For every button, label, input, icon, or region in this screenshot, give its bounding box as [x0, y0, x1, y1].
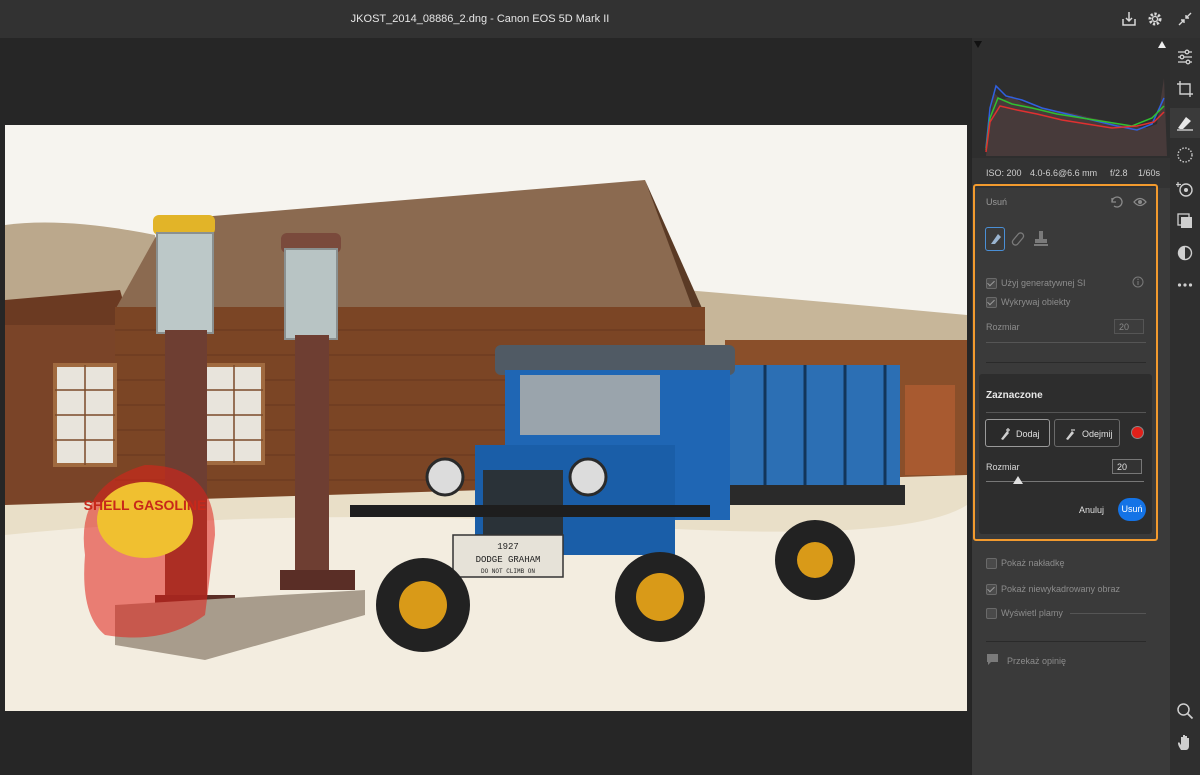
masking-icon[interactable]: [1176, 146, 1194, 164]
eraser-tool-icon[interactable]: [1176, 114, 1194, 132]
exif-shutter: 1/60s: [1138, 168, 1161, 178]
more-icon[interactable]: [1176, 276, 1194, 294]
cancel-button[interactable]: Anuluj: [1079, 505, 1104, 515]
gear-icon[interactable]: [1146, 10, 1164, 28]
selection-size-input[interactable]: 20: [1112, 459, 1142, 474]
crop-icon[interactable]: [1176, 80, 1194, 98]
selection-size-label: Rozmiar: [986, 462, 1020, 472]
exif-iso: ISO: 200: [986, 168, 1022, 178]
genai-checkbox[interactable]: [986, 278, 997, 289]
zoom-icon[interactable]: [1176, 702, 1194, 720]
divider: [986, 412, 1146, 413]
show-overlay-label: Pokaż nakładkę: [1001, 558, 1065, 568]
title-bar: JKOST_2014_08886_2.dng - Canon EOS 5D Ma…: [0, 0, 1200, 38]
window-title: JKOST_2014_08886_2.dng - Canon EOS 5D Ma…: [350, 13, 610, 25]
clone-stamp-icon[interactable]: [1033, 230, 1049, 248]
feedback-icon[interactable]: [986, 653, 999, 666]
selection-size-slider[interactable]: [986, 481, 1144, 482]
remove-size-slider[interactable]: [986, 342, 1146, 343]
subtract-label: Odejmij: [1082, 429, 1113, 439]
sliders-icon[interactable]: [1176, 48, 1194, 66]
show-uncropped-label: Pokaż niewykadrowany obraz: [1001, 584, 1121, 594]
plate-name: DODGE GRAHAM: [476, 555, 541, 565]
subtract-brush-button[interactable]: Odejmij: [1054, 419, 1120, 447]
shell-sign-text: SHELL GASOLINE: [84, 497, 207, 513]
remove-size-label: Rozmiar: [986, 322, 1020, 332]
selection-size-thumb[interactable]: [1012, 476, 1023, 484]
reset-icon[interactable]: [1109, 195, 1123, 209]
add-label: Dodaj: [1016, 429, 1040, 439]
overlay-color-swatch[interactable]: [1131, 426, 1144, 439]
red-eye-icon[interactable]: [1176, 180, 1194, 198]
info-icon[interactable]: [1132, 276, 1144, 288]
selection-title: Zaznaczone: [986, 390, 1043, 401]
remove-title: Usuń: [986, 197, 1008, 207]
photo-scene: SHELL GASOLINE 1927 DODGE GRAHAM DO NOT …: [5, 125, 967, 711]
feedback-link[interactable]: Przekaż opinię: [1007, 656, 1066, 666]
heal-icon[interactable]: [1010, 231, 1026, 247]
photo-preview[interactable]: SHELL GASOLINE 1927 DODGE GRAHAM DO NOT …: [5, 125, 967, 711]
genai-label: Użyj generatywnej SI: [1001, 278, 1086, 288]
plate-year: 1927: [497, 542, 519, 552]
plate-note: DO NOT CLIMB ON: [481, 568, 535, 575]
divider: [986, 641, 1146, 642]
remove-brush-button[interactable]: [985, 227, 1005, 251]
detect-objects-label: Wykrywaj obiekty: [1001, 297, 1071, 307]
hand-icon[interactable]: [1176, 734, 1194, 752]
show-spots-checkbox[interactable]: [986, 608, 997, 619]
export-icon[interactable]: [1120, 10, 1138, 28]
apply-remove-button[interactable]: Usuń: [1118, 498, 1146, 521]
show-uncropped-checkbox[interactable]: [986, 584, 997, 595]
brush-subtract-icon: [1066, 429, 1075, 440]
highlight-clip-icon: [1158, 41, 1166, 48]
exif-aperture: f/2.8: [1110, 168, 1128, 178]
presets-icon[interactable]: [1176, 212, 1194, 230]
eye-icon[interactable]: [1133, 195, 1147, 209]
histogram-graph: [974, 41, 1167, 156]
collapse-icon[interactable]: [1176, 10, 1194, 28]
exif-lens: 4.0-6.6@6.6 mm: [1030, 168, 1098, 178]
eraser-icon: [991, 234, 1001, 244]
add-brush-button[interactable]: Dodaj: [985, 419, 1050, 447]
spots-slider[interactable]: [1070, 613, 1146, 614]
detect-objects-checkbox[interactable]: [986, 297, 997, 308]
histogram: [972, 38, 1170, 158]
tool-strip: [1170, 38, 1200, 775]
remove-size-input[interactable]: 20: [1114, 319, 1144, 334]
show-overlay-checkbox[interactable]: [986, 558, 997, 569]
snapshots-icon[interactable]: [1176, 244, 1194, 262]
shadow-clip-icon: [974, 41, 982, 48]
show-spots-label: Wyświetl plamy: [1001, 608, 1063, 618]
divider: [986, 362, 1146, 363]
brush-add-icon: [1001, 428, 1010, 440]
